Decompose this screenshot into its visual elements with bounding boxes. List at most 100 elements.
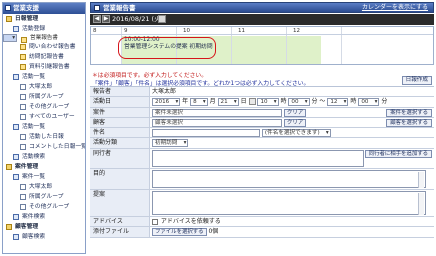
sidebar-item[interactable]: 案件管理 bbox=[3, 162, 85, 172]
calendar-icon bbox=[13, 26, 19, 32]
purpose-textarea[interactable] bbox=[152, 170, 426, 188]
proposal-row: 提案 bbox=[90, 190, 434, 217]
subject-select[interactable]: (件名を選択できます) bbox=[261, 128, 331, 137]
sidebar-item[interactable]: 活動登録 bbox=[3, 24, 85, 34]
sales-support-icon bbox=[5, 5, 11, 11]
end-minute-select[interactable]: 00 bbox=[358, 97, 380, 106]
sidebar-item-label: 活動登録 bbox=[22, 26, 46, 32]
start-minute-select[interactable]: 00 bbox=[288, 97, 310, 106]
list-icon bbox=[13, 74, 19, 80]
subject-fields: (件名を選択できます) bbox=[152, 128, 331, 137]
end-hour-unit: 時 bbox=[350, 98, 357, 105]
sidebar-item[interactable]: 所属グループ bbox=[3, 192, 85, 202]
main-panel: 営業報告書 カレンダーを表示にする ◀ ▶ 2016/08/21 (火) 8 9… bbox=[90, 2, 434, 254]
sidebar-item[interactable]: 大塚太郎 bbox=[3, 82, 85, 92]
sidebar-item[interactable]: 大塚太郎 bbox=[3, 182, 85, 192]
customer-field[interactable]: 顧客未選択 bbox=[152, 118, 282, 127]
calendar-icon[interactable] bbox=[248, 98, 256, 105]
sidebar-item[interactable]: 問い合わせ報告書 bbox=[3, 42, 85, 52]
project-clear-button[interactable]: クリア bbox=[283, 108, 307, 117]
category-row: 活動分類 初期訪問 bbox=[90, 138, 434, 149]
report-form: 報告者 大塚太郎 活動日 2016 年 8 月 21 日 10 時 00 分 ～… bbox=[90, 86, 434, 238]
proposal-label: 提案 bbox=[90, 190, 150, 216]
sidebar-item[interactable]: 活動一覧 bbox=[3, 72, 85, 82]
hour-label: 9 bbox=[124, 28, 128, 34]
reporter-row: 報告者 大塚太郎 bbox=[90, 87, 434, 97]
report-icon bbox=[20, 64, 26, 70]
sidebar-item-label: 案件一覧 bbox=[22, 174, 46, 180]
project-field[interactable]: 案件未選択 bbox=[152, 108, 282, 117]
customer-clear-button[interactable]: クリア bbox=[283, 118, 307, 127]
sidebar-item-label: 大塚太郎 bbox=[29, 84, 53, 90]
advice-checkbox-label: アドバイスを依頼する bbox=[160, 218, 221, 225]
sidebar-item[interactable]: 活動一覧 bbox=[3, 122, 85, 132]
scrollbar[interactable] bbox=[418, 193, 424, 215]
advice-label: アドバイス bbox=[90, 217, 150, 226]
year-select[interactable]: 2016 bbox=[152, 97, 181, 106]
doc-icon bbox=[20, 104, 26, 110]
show-calendar-link[interactable]: カレンダーを表示にする bbox=[362, 3, 428, 13]
sidebar-item-label: 案件管理 bbox=[15, 164, 39, 170]
sidebar-item[interactable]: 案件一覧 bbox=[3, 172, 85, 182]
attendees-row: 同行者 同行者に相手を追加する bbox=[90, 149, 434, 169]
sidebar-item[interactable]: 資料引継報告書 bbox=[3, 62, 85, 72]
sidebar-item[interactable]: 日報管理 bbox=[3, 14, 85, 24]
subject-row: 件名 (件名を選択できます) bbox=[90, 128, 434, 138]
activity-date-label: 活動日 bbox=[90, 97, 150, 107]
sidebar-item[interactable]: 訪問記報告書 bbox=[3, 52, 85, 62]
sidebar-item[interactable]: 活動検索 bbox=[3, 152, 85, 162]
day-unit: 日 bbox=[240, 98, 247, 105]
doc-icon bbox=[20, 144, 26, 150]
search-icon bbox=[13, 214, 19, 220]
sidebar-item[interactable]: コメントした日報一覧 bbox=[3, 142, 85, 152]
sidebar-item[interactable]: 顧客管理 bbox=[3, 222, 85, 232]
doc-icon bbox=[20, 184, 26, 190]
project-fields: 案件未選択 クリア bbox=[152, 108, 307, 117]
end-hour-select[interactable]: 12 bbox=[327, 97, 349, 106]
select-project-button[interactable]: 案件を選択する bbox=[386, 109, 432, 117]
report-icon bbox=[94, 5, 100, 11]
search-icon bbox=[13, 234, 19, 240]
list-icon bbox=[13, 124, 19, 130]
advice-checkbox[interactable] bbox=[152, 218, 158, 225]
month-select[interactable]: 8 bbox=[190, 97, 208, 106]
attachment-label: 添付ファイル bbox=[90, 227, 150, 237]
advice-row: アドバイス アドバイスを依頼する bbox=[90, 217, 434, 227]
month-unit: 月 bbox=[209, 98, 216, 105]
day-select[interactable]: 21 bbox=[217, 97, 239, 106]
sidebar-item[interactable]: 活動した日報 bbox=[3, 132, 85, 142]
choose-file-button[interactable]: ファイルを選択する bbox=[152, 227, 207, 236]
sidebar-item[interactable]: 所属グループ bbox=[3, 92, 85, 102]
attendees-label: 同行者 bbox=[90, 149, 150, 168]
create-report-button[interactable]: 日報作成 bbox=[401, 76, 432, 85]
prev-day-button[interactable]: ◀ bbox=[93, 15, 101, 23]
select-customer-button[interactable]: 顧客を選択する bbox=[386, 119, 432, 127]
page-title: 営業報告書 bbox=[103, 4, 136, 12]
sidebar-item[interactable]: 案件検索 bbox=[3, 212, 85, 222]
category-select[interactable]: 初期訪問 bbox=[152, 138, 189, 147]
title-bar: 営業報告書 カレンダーを表示にする bbox=[90, 2, 434, 13]
sidebar-item[interactable]: 顧客検索 bbox=[3, 232, 85, 242]
attendees-list[interactable] bbox=[152, 150, 364, 167]
proposal-textarea[interactable] bbox=[152, 191, 426, 215]
sidebar-item[interactable]: すべてのユーザー bbox=[3, 112, 85, 122]
sidebar-item-label: 案件検索 bbox=[22, 214, 46, 220]
add-attendee-button[interactable]: 同行者に相手を追加する bbox=[364, 150, 432, 158]
next-day-button[interactable]: ▶ bbox=[102, 15, 110, 23]
activity-date-row: 活動日 2016 年 8 月 21 日 10 時 00 分 ～ 12 時 00 … bbox=[90, 97, 434, 108]
calendar-icon[interactable] bbox=[158, 15, 166, 23]
sidebar-item-label: その他グループ bbox=[29, 104, 70, 110]
project-label: 案件 bbox=[90, 108, 150, 117]
report-icon bbox=[20, 54, 26, 60]
start-hour-select[interactable]: 10 bbox=[257, 97, 279, 106]
year-unit: 年 bbox=[182, 98, 189, 105]
sidebar-item[interactable]: その他グループ bbox=[3, 202, 85, 212]
attachment-fields: ファイルを選択する 0個 bbox=[152, 227, 218, 237]
sidebar-item-label: 活動検索 bbox=[22, 154, 46, 160]
sidebar-item-label: 営業報告書 bbox=[30, 35, 58, 41]
subject-input[interactable] bbox=[152, 128, 260, 137]
sidebar-item[interactable]: その他グループ bbox=[3, 102, 85, 112]
scrollbar[interactable] bbox=[418, 172, 424, 188]
customer-row: 顧客 顧客未選択 クリア 顧客を選択する bbox=[90, 118, 434, 128]
sidebar-item[interactable]: 営業報告書 bbox=[3, 34, 58, 43]
